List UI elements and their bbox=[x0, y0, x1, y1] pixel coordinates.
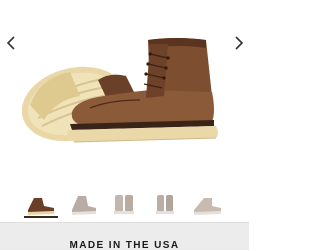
thumb-side-image bbox=[72, 196, 96, 215]
thumbnail-2[interactable] bbox=[66, 192, 100, 218]
made-in-usa-label: MADE IN THE USA bbox=[69, 240, 180, 251]
thumbnail-1[interactable] bbox=[24, 192, 58, 218]
thumb-pair-image bbox=[28, 198, 54, 215]
previous-image-button[interactable] bbox=[4, 34, 18, 52]
product-gallery bbox=[0, 0, 249, 190]
thumb-angle-image bbox=[194, 198, 221, 215]
thumb-front-image bbox=[114, 195, 134, 214]
thumb-back-image bbox=[156, 195, 174, 214]
next-image-button[interactable] bbox=[232, 34, 246, 52]
chevron-left-icon bbox=[7, 36, 15, 50]
thumbnail-3[interactable] bbox=[107, 192, 141, 218]
chevron-right-icon bbox=[235, 36, 243, 50]
boot-pair-image bbox=[21, 38, 218, 143]
thumbnail-4[interactable] bbox=[148, 192, 182, 218]
thumbnail-5[interactable] bbox=[190, 192, 224, 218]
thumbnail-strip bbox=[0, 188, 249, 220]
